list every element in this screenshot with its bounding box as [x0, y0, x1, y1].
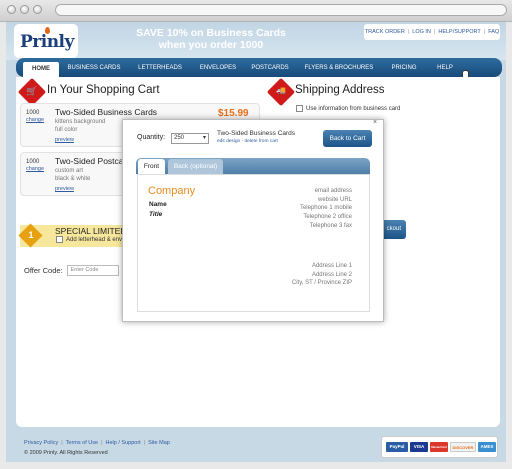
add-letterhead-checkbox[interactable] [56, 236, 63, 243]
nav-item-postcards[interactable]: POSTCARDS [245, 65, 295, 71]
promo-line-1: SAVE 10% on Business Cards [136, 27, 286, 39]
preview-title[interactable]: Title [149, 211, 162, 218]
logo[interactable]: Prinly [20, 32, 74, 52]
nav-item-help[interactable]: HELP [425, 65, 465, 71]
cart-heading: In Your Shopping Cart [47, 84, 160, 96]
offer-code-row: Offer Code: Enter Code [24, 265, 119, 276]
amex-icon: AMEX [478, 442, 496, 452]
preview-city-state-zip[interactable]: City, ST / Province ZIP [292, 279, 352, 288]
nav-item-flyers-brochures[interactable]: FLYERS & BROCHURES [295, 65, 383, 71]
preview-telephone-3[interactable]: Telephone 3 fax [300, 222, 352, 231]
modal-quantity-label: Quantity: [137, 134, 166, 141]
nav-item-home[interactable]: HOME [23, 62, 59, 77]
special-offer-title: SPECIAL LIMITED [55, 226, 127, 236]
use-business-card-label: Use information from business card [306, 105, 401, 112]
nav-item-business-cards[interactable]: BUSINESS CARDS [59, 65, 129, 71]
change-qty-link[interactable]: change [26, 117, 44, 123]
item-title: Two-Sided Postcard [55, 156, 132, 166]
main-nav: HOME BUSINESS CARDS LETTERHEADS ENVELOPE… [16, 58, 502, 77]
footer-link-help[interactable]: Help / Support [106, 440, 141, 446]
item-qty: 1000 [26, 159, 40, 165]
browser-chrome [0, 0, 512, 22]
tab-back[interactable]: Back (optional) [168, 159, 223, 174]
footer-link-privacy[interactable]: Privacy Policy [24, 440, 58, 446]
footer-link-terms[interactable]: Terms of Use [66, 440, 98, 446]
preview-name[interactable]: Name [149, 201, 167, 208]
close-icon[interactable]: × [373, 119, 377, 126]
back-to-cart-button[interactable]: Back to Cart [323, 130, 372, 147]
window-minimize-icon[interactable] [20, 5, 29, 14]
preview-link[interactable]: preview [55, 137, 74, 143]
payment-methods: PayPal VISA MasterCard DISCOVER AMEX [381, 436, 498, 458]
window-close-icon[interactable] [7, 5, 16, 14]
modal-edit-links[interactable]: edit design · delete from cart [217, 139, 278, 144]
shopping-cart-icon: 🛒 [26, 86, 38, 96]
toplink-faq[interactable]: FAQ [488, 29, 499, 35]
preview-address-line-2[interactable]: Address Line 2 [292, 271, 352, 280]
preview-contact-block: email address website URL Telephone 1 mo… [300, 187, 352, 231]
preview-email[interactable]: email address [300, 187, 352, 196]
address-bar[interactable] [55, 4, 507, 16]
use-business-card-option: Use information from business card [296, 105, 400, 112]
preview-address-line-1[interactable]: Address Line 1 [292, 262, 352, 271]
mastercard-icon: MasterCard [430, 442, 448, 452]
item-qty: 1000 [26, 110, 40, 116]
nav-item-envelopes[interactable]: ENVELOPES [191, 65, 245, 71]
preview-company[interactable]: Company [148, 185, 195, 197]
toplink-track-order[interactable]: TRACK ORDER [365, 29, 405, 35]
visa-icon: VISA [410, 442, 428, 452]
special-offer-number: 1 [28, 230, 34, 240]
special-add-option: Add letterhead & env [56, 236, 122, 243]
preview-link[interactable]: preview [55, 186, 74, 192]
nav-item-letterheads[interactable]: LETTERHEADS [129, 65, 191, 71]
offer-code-input[interactable]: Enter Code [66, 265, 119, 276]
copyright: © 2009 Prinly. All Rights Reserved [24, 450, 108, 456]
item-option: custom art [55, 168, 84, 174]
preview-address-block: Address Line 1 Address Line 2 City, ST /… [292, 262, 352, 288]
toplink-login[interactable]: LOG IN [412, 29, 431, 35]
window-maximize-icon[interactable] [33, 5, 42, 14]
logo-box[interactable]: Prinly [14, 24, 78, 58]
preview-telephone-1[interactable]: Telephone 1 mobile [300, 204, 352, 213]
item-title: Two-Sided Business Cards [55, 107, 158, 117]
nav-item-pricing[interactable]: PRICING [383, 65, 425, 71]
top-links: TRACK ORDER | LOG IN | HELP/SUPPORT | FA… [364, 24, 500, 40]
footer-link-sitemap[interactable]: Site Map [148, 440, 170, 446]
change-qty-link[interactable]: change [26, 166, 44, 172]
tab-front[interactable]: Front [138, 159, 165, 174]
promo-line-2: when you order 1000 [158, 39, 264, 51]
shipping-heading: Shipping Address [295, 84, 385, 96]
offer-code-label: Offer Code: [24, 266, 63, 275]
paypal-icon: PayPal [386, 442, 408, 452]
quantity-select[interactable]: 250 [171, 133, 209, 144]
truck-icon: 🚚 [276, 86, 286, 95]
preview-telephone-2[interactable]: Telephone 2 office [300, 213, 352, 222]
add-letterhead-label: Add letterhead & env [66, 236, 123, 243]
use-business-card-checkbox[interactable] [296, 105, 303, 112]
item-option: kittens background [55, 119, 106, 125]
footer-links: Privacy Policy | Terms of Use | Help / S… [24, 440, 170, 446]
item-option: full color [55, 127, 78, 133]
item-option: black & white [55, 176, 91, 182]
toplink-help-support[interactable]: HELP/SUPPORT [438, 29, 480, 35]
discover-icon: DISCOVER [450, 442, 476, 452]
item-price: $15.99 [218, 108, 249, 119]
preview-website[interactable]: website URL [300, 196, 352, 205]
modal-product-title: Two-Sided Business Cards [217, 130, 296, 137]
